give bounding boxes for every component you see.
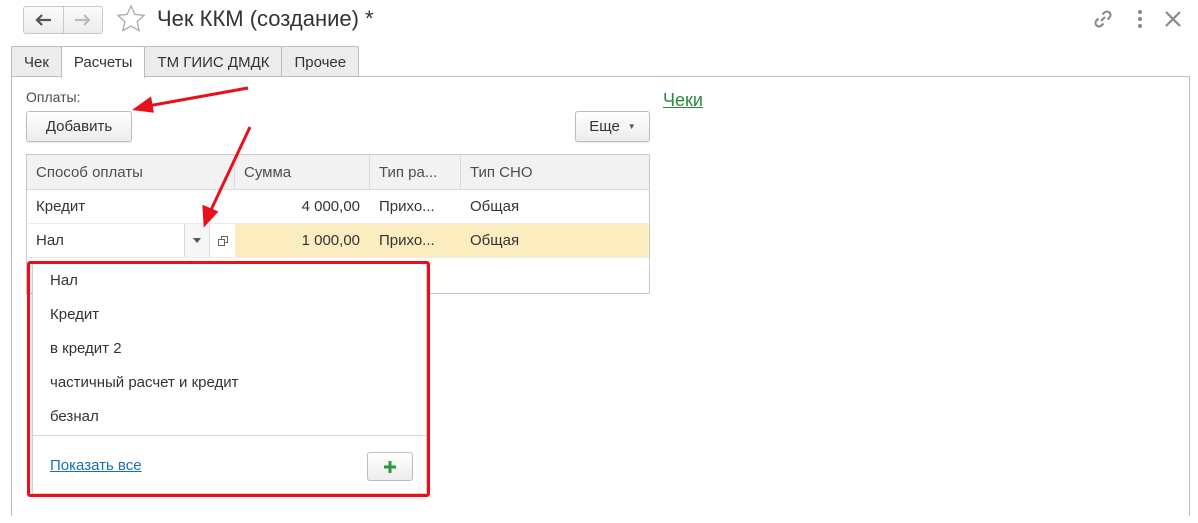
column-header-sno[interactable]: Тип СНО: [461, 155, 649, 189]
show-all-link[interactable]: Показать все: [50, 457, 142, 474]
dropdown-divider: [33, 435, 426, 436]
column-header-method[interactable]: Способ оплаты: [27, 155, 235, 189]
cell-amount: 4 000,00: [301, 198, 360, 215]
tab-bar: Чек Расчеты ТМ ГИИС ДМДК Прочее: [11, 46, 360, 78]
payments-label: Оплаты:: [26, 89, 81, 105]
dropdown-item[interactable]: Кредит: [50, 306, 99, 323]
star-icon[interactable]: [116, 4, 146, 34]
arrow-right-icon: [74, 14, 91, 26]
method-input[interactable]: Нал: [27, 232, 184, 249]
dropdown-button[interactable]: [184, 224, 210, 257]
checks-link[interactable]: Чеки: [663, 90, 703, 111]
cell-type: Прихо...: [379, 198, 435, 215]
kebab-menu-icon[interactable]: [1133, 8, 1147, 30]
cell-sno: Общая: [470, 198, 520, 215]
cell-method-editor: Нал: [27, 224, 235, 257]
tab-payments[interactable]: Расчеты: [60, 46, 146, 78]
open-button[interactable]: [210, 224, 235, 257]
forward-button[interactable]: [62, 7, 103, 33]
table-row[interactable]: Кредит 4 000,00 Прихо... Общая: [27, 190, 649, 224]
cell-method: Кредит: [36, 198, 86, 215]
dropdown-item[interactable]: в кредит 2: [50, 340, 122, 357]
arrow-left-icon: [35, 14, 52, 26]
tab-giis-dmdk[interactable]: ТМ ГИИС ДМДК: [144, 46, 283, 77]
more-button[interactable]: Еще ▼: [575, 111, 650, 142]
page-title: Чек ККМ (создание) *: [157, 6, 374, 31]
cell-type: Прихо...: [379, 232, 435, 249]
payment-method-dropdown: Нал Кредит в кредит 2 частичный расчет и…: [32, 262, 427, 494]
tab-other[interactable]: Прочее: [281, 46, 360, 77]
tab-check[interactable]: Чек: [11, 46, 62, 77]
dropdown-item[interactable]: безнал: [50, 408, 99, 425]
add-item-button[interactable]: [367, 452, 413, 481]
cell-amount: 1 000,00: [301, 232, 360, 249]
chevron-down-icon: [193, 238, 201, 243]
column-header-type[interactable]: Тип ра...: [370, 155, 461, 189]
table-row-selected[interactable]: Нал 1 000,00 Прихо... Общая: [27, 224, 649, 258]
close-icon[interactable]: [1163, 9, 1183, 29]
column-header-amount[interactable]: Сумма: [235, 155, 370, 189]
navigation-buttons: [23, 6, 103, 34]
caret-down-icon: ▼: [627, 122, 636, 131]
more-button-label: Еще: [589, 118, 620, 135]
add-button[interactable]: Добавить: [26, 111, 132, 142]
table-header: Способ оплаты Сумма Тип ра... Тип СНО: [27, 155, 649, 190]
dropdown-item[interactable]: частичный расчет и кредит: [50, 374, 239, 391]
plus-icon: [384, 460, 396, 473]
back-button[interactable]: [24, 7, 63, 33]
open-window-icon: [217, 235, 228, 246]
dropdown-item[interactable]: Нал: [50, 272, 78, 289]
link-icon[interactable]: [1092, 8, 1114, 30]
cell-sno: Общая: [470, 232, 520, 249]
